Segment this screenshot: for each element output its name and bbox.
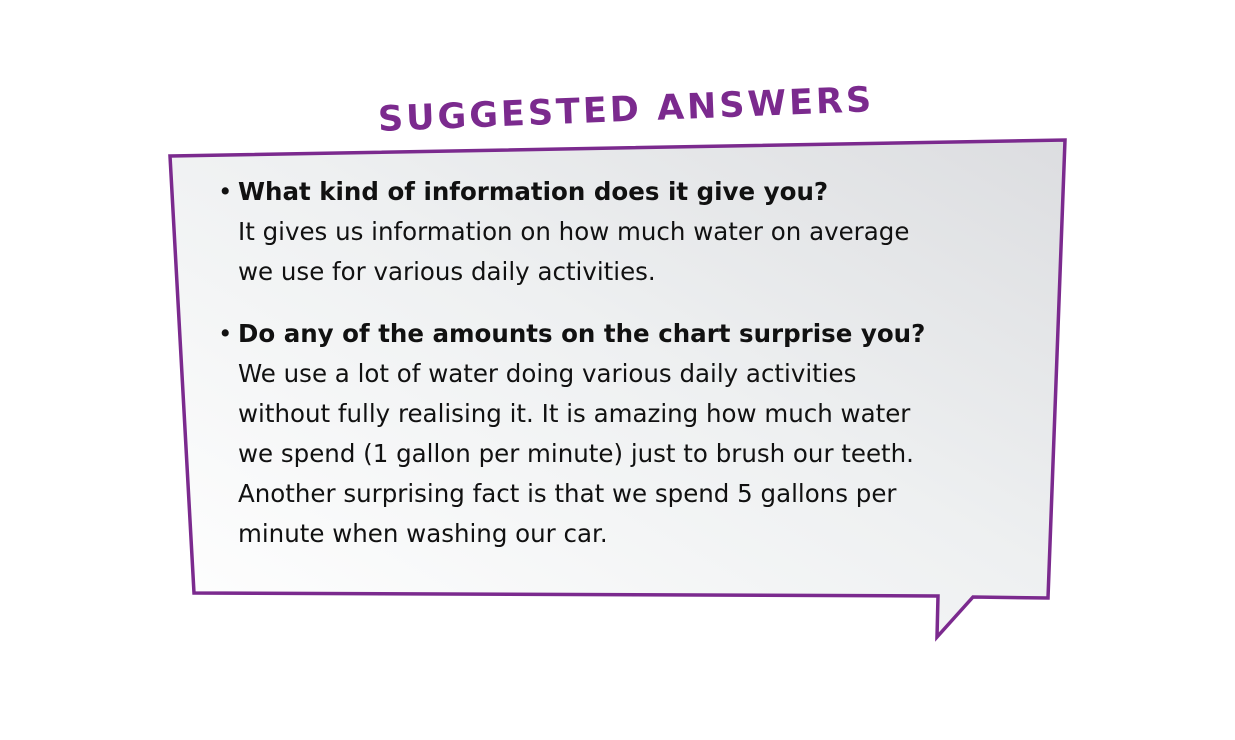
answer-text: We use a lot of water doing various dail…: [238, 354, 1008, 554]
bullet-icon: •: [218, 319, 233, 348]
answer-text: It gives us information on how much wate…: [238, 212, 1008, 292]
qa-item-surprise: • Do any of the amounts on the chart sur…: [218, 314, 1008, 554]
answer-line: we use for various daily activities.: [238, 257, 656, 286]
question-text: What kind of information does it give yo…: [238, 177, 829, 206]
question-text: Do any of the amounts on the chart surpr…: [238, 319, 926, 348]
answer-line: minute when washing our car.: [238, 519, 608, 548]
answer-line: It gives us information on how much wate…: [238, 217, 910, 246]
answer-line: Another surprising fact is that we spend…: [238, 479, 897, 508]
answer-line: we spend (1 gallon per minute) just to b…: [238, 439, 914, 468]
answer-line: We use a lot of water doing various dail…: [238, 359, 857, 388]
answer-line: without fully realising it. It is amazin…: [238, 399, 911, 428]
qa-item-information: • What kind of information does it give …: [218, 172, 1008, 292]
qa-list: • What kind of information does it give …: [218, 172, 1008, 554]
bullet-icon: •: [218, 177, 233, 206]
